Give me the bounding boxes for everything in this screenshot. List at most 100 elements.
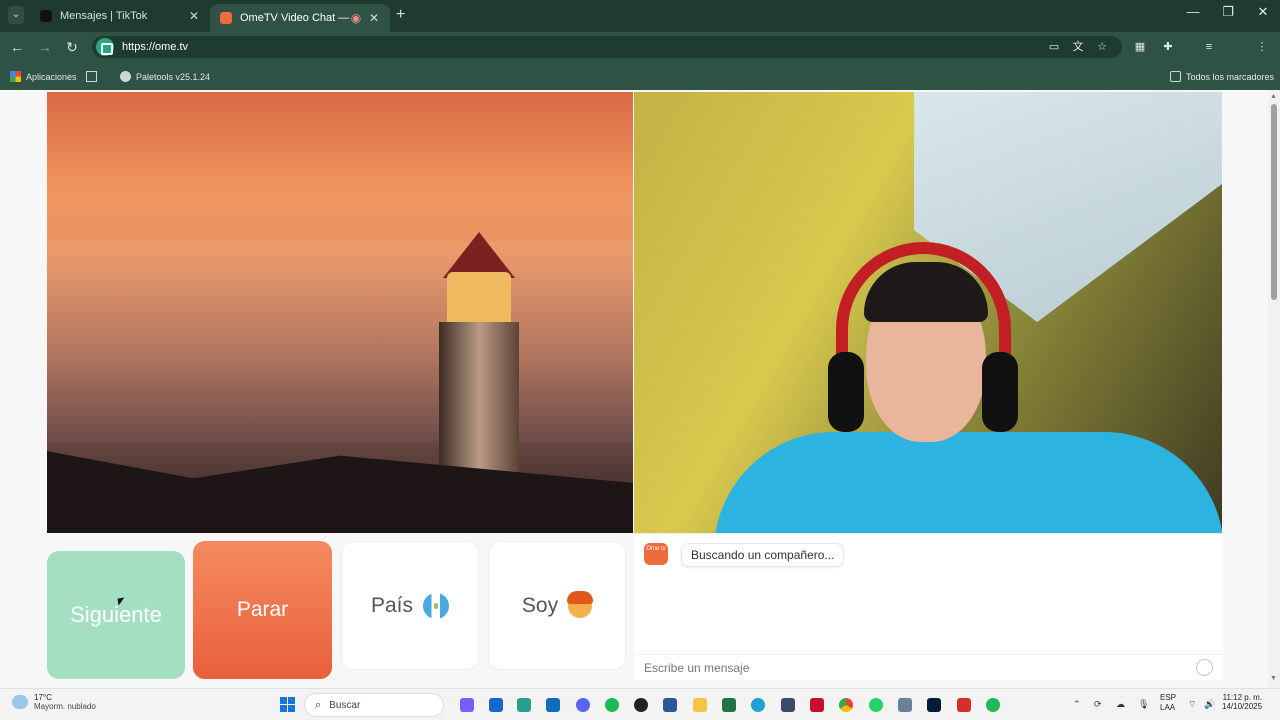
- store-icon[interactable]: [517, 698, 531, 712]
- mic-icon[interactable]: 🎙: [1138, 699, 1149, 710]
- windows-taskbar: 17°C Mayorm. nublado ⌕ Buscar ⌃ ⟳ ☁ 🎙 ES…: [0, 688, 1280, 720]
- cliff-graphic: [47, 451, 633, 533]
- folder-icon: [1170, 71, 1181, 82]
- address-bar[interactable]: https://ome.tv: [92, 36, 1122, 58]
- tab-groups-icon[interactable]: [86, 71, 102, 82]
- tiktok-icon: [40, 10, 52, 22]
- discord-icon[interactable]: [576, 698, 590, 712]
- whatsapp-icon[interactable]: [869, 698, 883, 712]
- scroll-thumb[interactable]: [1271, 104, 1277, 300]
- copilot-icon[interactable]: [460, 698, 474, 712]
- tab-strip: ⌄ Mensajes | TikTok ✕ OmeTV Video Chat —…: [0, 0, 1280, 32]
- guatemala-flag-icon: [423, 592, 450, 619]
- all-bookmarks[interactable]: Todos los marcadores: [1170, 71, 1274, 82]
- country-button[interactable]: País: [341, 541, 479, 670]
- scroll-up-icon[interactable]: ▲: [1270, 93, 1277, 100]
- self-video: [634, 92, 1222, 533]
- menu-icon[interactable]: ⋮: [1255, 41, 1269, 53]
- forward-icon[interactable]: →: [36, 39, 54, 55]
- country-label: País: [370, 593, 414, 617]
- tab-ometv[interactable]: OmeTV Video Chat — Omegl ◉ ✕: [210, 4, 390, 32]
- mouse-cursor-icon: [117, 597, 126, 606]
- page-scrollbar[interactable]: ▲ ▼: [1268, 90, 1280, 688]
- wifi-icon[interactable]: ⌔: [1188, 699, 1196, 710]
- new-tab-button[interactable]: +: [396, 6, 405, 24]
- cloud-icon: [12, 695, 28, 709]
- steam-icon[interactable]: [634, 698, 648, 712]
- edge-icon[interactable]: [751, 698, 765, 712]
- close-tab-icon[interactable]: ✕: [368, 11, 380, 25]
- tab-search-button[interactable]: ⌄: [8, 6, 24, 24]
- media-controls-icon[interactable]: ≡: [1202, 41, 1216, 53]
- wps-icon[interactable]: [957, 698, 971, 712]
- stop-button[interactable]: Parar: [193, 541, 332, 679]
- extension-icon[interactable]: ▦: [1133, 41, 1147, 53]
- bookmarks-bar: Aplicaciones Paletools v25.1.24 Todos lo…: [0, 62, 1280, 90]
- sea-graphic: [47, 242, 633, 442]
- date: 14/10/2025: [1222, 702, 1263, 711]
- all-bookmarks-label: Todos los marcadores: [1186, 71, 1275, 82]
- recording-icon: ◉: [350, 11, 362, 25]
- message-input[interactable]: [644, 661, 1184, 675]
- site-info-icon[interactable]: [96, 38, 114, 56]
- bookmark-star-icon[interactable]: ☆: [1095, 41, 1109, 53]
- translate-icon[interactable]: 文: [1071, 41, 1085, 53]
- app-icon[interactable]: [781, 698, 795, 712]
- url-text: https://ome.tv: [122, 41, 189, 53]
- weather-temp: 17°C: [34, 693, 52, 702]
- extensions-puzzle-icon[interactable]: ✚: [1161, 41, 1175, 53]
- word-icon[interactable]: [663, 698, 677, 712]
- illustrator-icon[interactable]: [810, 698, 824, 712]
- weather-desc: Mayorm. nublado: [34, 702, 96, 711]
- person: [828, 242, 1018, 533]
- photoshop-icon[interactable]: [927, 698, 941, 712]
- stranger-video: [47, 92, 633, 533]
- close-tab-icon[interactable]: ✕: [188, 9, 200, 23]
- onedrive-icon[interactable]: ☁: [1116, 699, 1125, 710]
- status-message: Buscando un compañero...: [681, 543, 845, 567]
- outlook-icon[interactable]: [546, 698, 560, 712]
- globe-icon: [120, 71, 131, 82]
- search-icon: ⌕: [315, 698, 322, 711]
- minimize-button[interactable]: —: [1178, 4, 1208, 19]
- mail-icon[interactable]: [489, 698, 503, 712]
- language-indicator[interactable]: ESP LAA: [1160, 693, 1176, 713]
- time: 11:12 p. m.: [1222, 693, 1263, 702]
- file-explorer-icon[interactable]: [693, 698, 707, 712]
- chevron-up-icon[interactable]: ⌃: [1073, 699, 1081, 710]
- start-button[interactable]: [280, 697, 295, 712]
- spotify-icon[interactable]: [986, 698, 1000, 712]
- bookmark-paletools[interactable]: Paletools v25.1.24: [120, 71, 210, 82]
- stop-label: Parar: [236, 598, 289, 621]
- install-app-icon[interactable]: ▭: [1047, 41, 1061, 53]
- gender-label: Soy: [521, 593, 559, 617]
- chrome-icon[interactable]: [839, 698, 853, 712]
- tab-title: OmeTV Video Chat — Omegl: [240, 12, 350, 24]
- taskbar-search[interactable]: ⌕ Buscar: [304, 693, 444, 717]
- gender-button[interactable]: Soy: [488, 541, 626, 670]
- grid-icon: [86, 71, 97, 82]
- lang-line1: ESP: [1160, 693, 1177, 702]
- weather-widget[interactable]: 17°C Mayorm. nublado: [12, 693, 96, 711]
- maximize-button[interactable]: ❐: [1213, 4, 1243, 20]
- clock[interactable]: 11:12 p. m. 14/10/2025: [1222, 693, 1262, 711]
- scroll-down-icon[interactable]: ▼: [1270, 675, 1277, 682]
- bookmark-label: Paletools v25.1.24: [136, 71, 211, 82]
- next-button[interactable]: Siguiente: [47, 551, 185, 679]
- emoji-icon[interactable]: [1196, 659, 1213, 676]
- next-label: Siguiente: [70, 602, 162, 627]
- close-window-button[interactable]: ✕: [1248, 4, 1278, 20]
- sync-icon[interactable]: ⟳: [1094, 699, 1102, 710]
- volume-icon[interactable]: 🔊: [1204, 699, 1215, 710]
- chat-panel: Ome tv Buscando un compañero...: [634, 533, 1223, 680]
- bookmark-apps[interactable]: Aplicaciones: [10, 71, 77, 82]
- ometv-logo: Ome tv: [644, 543, 668, 565]
- bookmark-label: Aplicaciones: [26, 71, 77, 82]
- spotify-icon[interactable]: [605, 698, 619, 712]
- snipping-tool-icon[interactable]: [898, 698, 912, 712]
- tab-tiktok[interactable]: Mensajes | TikTok ✕: [30, 4, 210, 28]
- back-icon[interactable]: ←: [8, 39, 26, 55]
- reload-icon[interactable]: ↻: [63, 39, 81, 56]
- excel-icon[interactable]: [722, 698, 736, 712]
- ometv-icon: [220, 12, 232, 24]
